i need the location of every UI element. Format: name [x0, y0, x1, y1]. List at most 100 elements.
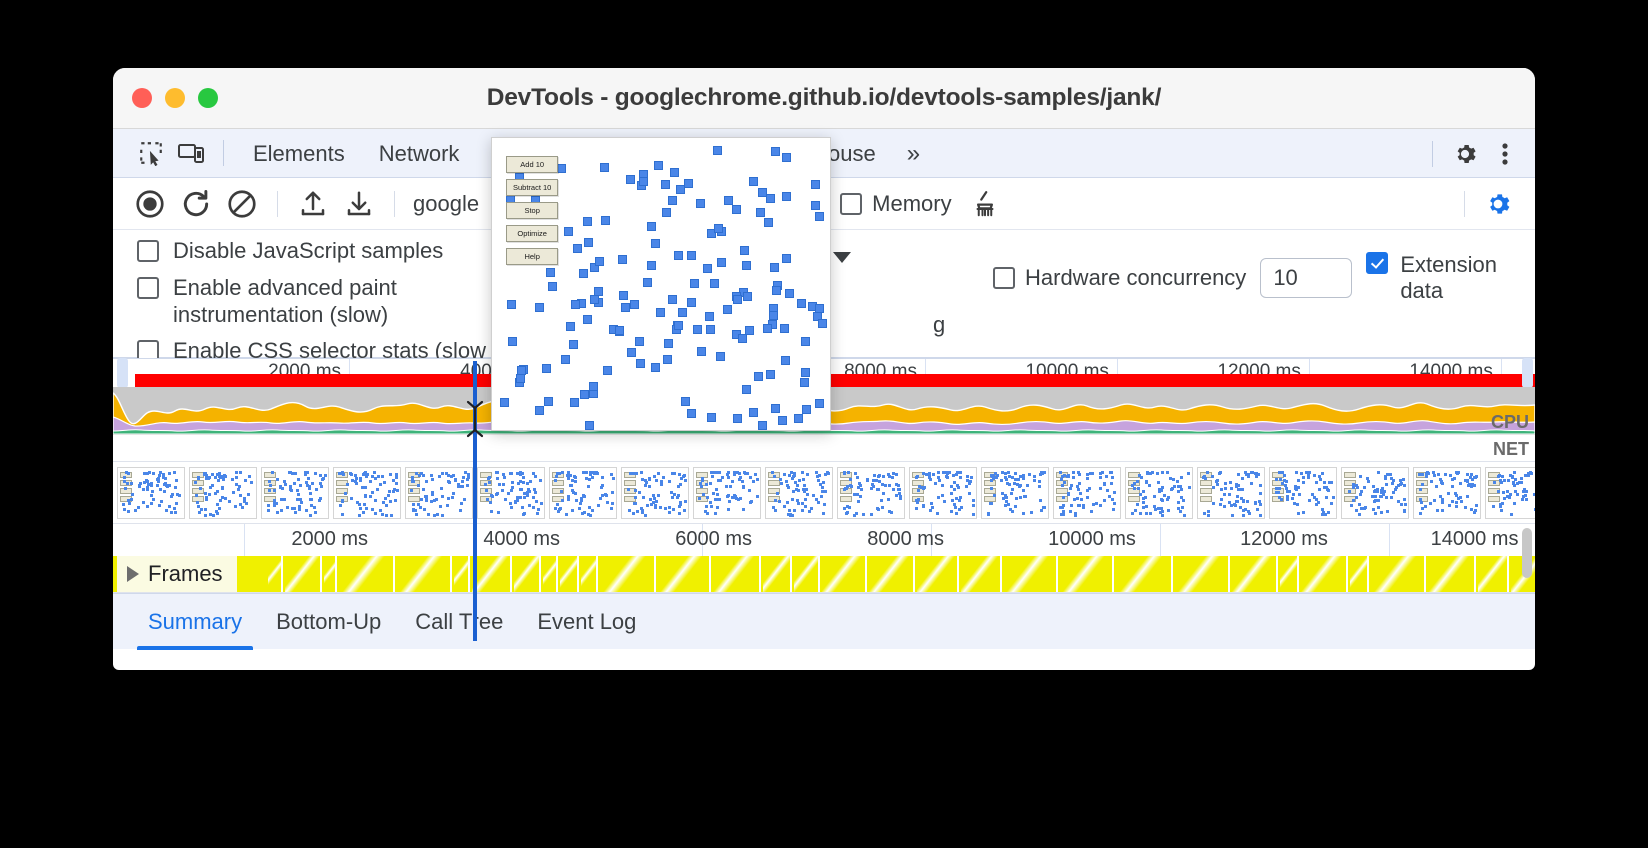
frames-expander-chip[interactable]: Frames [117, 556, 237, 592]
frame-block[interactable] [454, 556, 470, 592]
frame-block[interactable] [581, 556, 598, 592]
advanced-paint-checkbox[interactable] [137, 276, 159, 299]
chevron-down-icon[interactable] [833, 252, 851, 263]
jank-sample-popup[interactable]: Add 10 Subtract 10 Stop Optimize Help [491, 137, 831, 431]
frame-block[interactable] [961, 556, 1002, 592]
tab-elements[interactable]: Elements [236, 129, 362, 178]
more-vertical-icon[interactable] [1485, 134, 1525, 174]
filmstrip-frame[interactable] [837, 466, 905, 519]
frame-block[interactable] [472, 556, 512, 592]
filmstrip-frame[interactable] [621, 466, 689, 519]
frame-block[interactable] [560, 556, 579, 592]
frame-block[interactable] [397, 556, 452, 592]
filmstrip-frame[interactable] [981, 466, 1049, 519]
filmstrip-frame[interactable] [1485, 466, 1535, 519]
filmstrip-frame[interactable] [909, 466, 977, 519]
frame-block[interactable] [1280, 556, 1299, 592]
device-toolbar-icon[interactable] [171, 133, 211, 173]
tab-network[interactable]: Network [362, 129, 477, 178]
flame-chart-scrollbar-thumb[interactable] [1522, 528, 1532, 578]
filmstrip-frame[interactable] [549, 466, 617, 519]
frame-block[interactable] [600, 556, 656, 592]
extension-data-checkbox[interactable] [1366, 252, 1389, 274]
clear-icon[interactable] [219, 181, 265, 227]
more-tabs-button[interactable]: » [893, 129, 931, 178]
disable-js-samples-checkbox[interactable] [137, 240, 159, 262]
triangle-right-icon[interactable] [127, 566, 139, 582]
network-activity-strip[interactable]: NET [113, 434, 1535, 462]
frame-block[interactable] [1060, 556, 1114, 592]
capture-settings-gear-icon[interactable] [1475, 181, 1521, 227]
hardware-concurrency-checkbox[interactable] [993, 266, 1015, 289]
frame-block[interactable] [1232, 556, 1278, 592]
frame-block[interactable] [1428, 556, 1476, 592]
jank-optimize-button[interactable]: Optimize [506, 225, 559, 242]
flame-chart-playhead[interactable] [473, 441, 477, 641]
filmstrip-frame[interactable] [1053, 466, 1121, 519]
frame-block[interactable] [794, 556, 820, 592]
filmstrip-frame[interactable] [261, 466, 329, 519]
frame-block[interactable] [713, 556, 761, 592]
overview-right-handle[interactable] [1522, 358, 1533, 388]
frame-block[interactable] [514, 556, 541, 592]
disable-js-samples-row[interactable]: Disable JavaScript samples [137, 238, 533, 265]
record-icon[interactable] [127, 181, 173, 227]
frame-block[interactable] [917, 556, 959, 592]
hardware-concurrency-row[interactable]: Hardware concurrency [993, 265, 1246, 291]
jank-subtract-10-button[interactable]: Subtract 10 [506, 179, 559, 196]
filmstrip-strip[interactable] [113, 462, 1535, 524]
inspect-element-icon[interactable] [131, 133, 171, 173]
frame-block[interactable] [822, 556, 867, 592]
frame-block[interactable] [658, 556, 711, 592]
frame-block[interactable] [1478, 556, 1509, 592]
frame-block[interactable] [1371, 556, 1426, 592]
tab-call-tree[interactable]: Call Tree [398, 594, 520, 650]
advanced-paint-row[interactable]: Enable advanced paint instrumentation (s… [137, 275, 533, 329]
filmstrip-frame[interactable] [405, 466, 473, 519]
filmstrip-frame[interactable] [1341, 466, 1409, 519]
download-icon[interactable] [336, 181, 382, 227]
tab-bottom-up[interactable]: Bottom-Up [259, 594, 398, 650]
minimize-window-button[interactable] [165, 88, 185, 108]
filmstrip-frame[interactable] [117, 466, 185, 519]
close-window-button[interactable] [132, 88, 152, 108]
filmstrip-frame[interactable] [189, 466, 257, 519]
extension-data-row[interactable]: Extension data [1366, 252, 1506, 303]
tab-summary[interactable]: Summary [131, 594, 259, 650]
frame-block[interactable] [1175, 556, 1230, 592]
frames-track[interactable]: Frames [113, 556, 1535, 593]
filmstrip-frame[interactable] [333, 466, 401, 519]
frame-block[interactable] [285, 556, 322, 592]
jank-add-10-button[interactable]: Add 10 [506, 156, 559, 173]
jank-help-button[interactable]: Help [506, 248, 559, 265]
flame-chart-ruler[interactable]: 2000 ms 4000 ms 6000 ms 8000 ms 10000 ms… [113, 524, 1535, 578]
filmstrip-frame[interactable] [693, 466, 761, 519]
frame-block[interactable] [339, 556, 395, 592]
filmstrip-frame[interactable] [1197, 466, 1265, 519]
frame-block[interactable] [1350, 556, 1369, 592]
jank-stop-button[interactable]: Stop [506, 202, 559, 219]
upload-icon[interactable] [290, 181, 336, 227]
frame-block[interactable] [268, 556, 283, 592]
filmstrip-frame[interactable] [1125, 466, 1193, 519]
broom-icon[interactable] [962, 181, 1008, 227]
filmstrip-frame[interactable] [477, 466, 545, 519]
settings-gear-icon[interactable] [1445, 134, 1485, 174]
memory-checkbox[interactable] [840, 192, 863, 215]
maximize-window-button[interactable] [198, 88, 218, 108]
filmstrip-frame[interactable] [1269, 466, 1337, 519]
playhead-drag-handle[interactable] [466, 399, 484, 439]
frame-block[interactable] [1116, 556, 1173, 592]
frame-block[interactable] [1301, 556, 1348, 592]
frame-block[interactable] [324, 556, 337, 592]
overview-left-handle[interactable] [117, 358, 128, 388]
frame-block[interactable] [869, 556, 915, 592]
filmstrip-frame[interactable] [765, 466, 833, 519]
reload-and-record-icon[interactable] [173, 181, 219, 227]
hardware-concurrency-input[interactable] [1260, 257, 1353, 298]
frame-block[interactable] [763, 556, 792, 592]
memory-checkbox-row[interactable]: Memory [840, 191, 952, 217]
filmstrip-frame[interactable] [1413, 466, 1481, 519]
tab-event-log[interactable]: Event Log [520, 594, 653, 650]
frame-block[interactable] [543, 556, 558, 592]
